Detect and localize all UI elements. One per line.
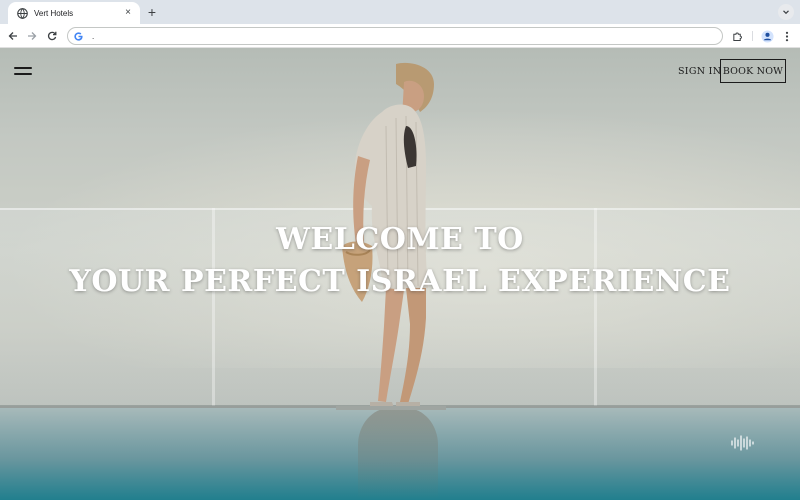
- google-g-icon: [73, 31, 83, 41]
- reload-icon: [47, 31, 57, 41]
- back-arrow-icon: [8, 32, 17, 40]
- chevron-down-icon: [783, 10, 789, 15]
- figure-reflection: [358, 408, 438, 500]
- globe-icon: [16, 7, 28, 19]
- book-now-button[interactable]: BOOK NOW: [720, 59, 786, 83]
- tab-close-icon[interactable]: ×: [122, 7, 134, 19]
- sound-wave-icon: [731, 435, 754, 451]
- kebab-menu-icon: [785, 31, 789, 41]
- sound-toggle-button[interactable]: [730, 434, 756, 452]
- profile-icon: [760, 29, 774, 43]
- address-bar[interactable]: [67, 27, 723, 45]
- reload-button[interactable]: [44, 28, 60, 44]
- hamburger-menu-icon[interactable]: [14, 65, 32, 77]
- tab-title: Vert Hotels: [34, 8, 74, 18]
- browser-tabstrip: Vert Hotels × +: [0, 0, 800, 24]
- toolbar-divider: [752, 31, 753, 41]
- hero-heading-line2: YOUR PERFECT ISRAEL EXPERIENCE: [69, 264, 731, 299]
- puzzle-icon: [732, 32, 742, 41]
- hero-section: SIGN IN BOOK NOW WELCOME TO YOUR PERFECT…: [0, 48, 800, 500]
- browser-toolbar: [0, 24, 800, 48]
- forward-button[interactable]: [24, 28, 40, 44]
- back-button[interactable]: [5, 28, 21, 44]
- browser-tab[interactable]: Vert Hotels ×: [8, 2, 140, 24]
- menu-line: [14, 67, 32, 69]
- profile-button[interactable]: [759, 28, 775, 44]
- tab-search-button[interactable]: [778, 4, 794, 20]
- browser-menu-button[interactable]: [779, 28, 795, 44]
- address-input[interactable]: [92, 31, 692, 41]
- new-tab-button[interactable]: +: [144, 4, 160, 20]
- sign-in-link[interactable]: SIGN IN: [678, 66, 721, 77]
- menu-line: [14, 73, 32, 75]
- hero-heading-line1: WELCOME TO: [276, 222, 524, 257]
- extensions-button[interactable]: [729, 28, 745, 44]
- forward-arrow-icon: [28, 32, 37, 40]
